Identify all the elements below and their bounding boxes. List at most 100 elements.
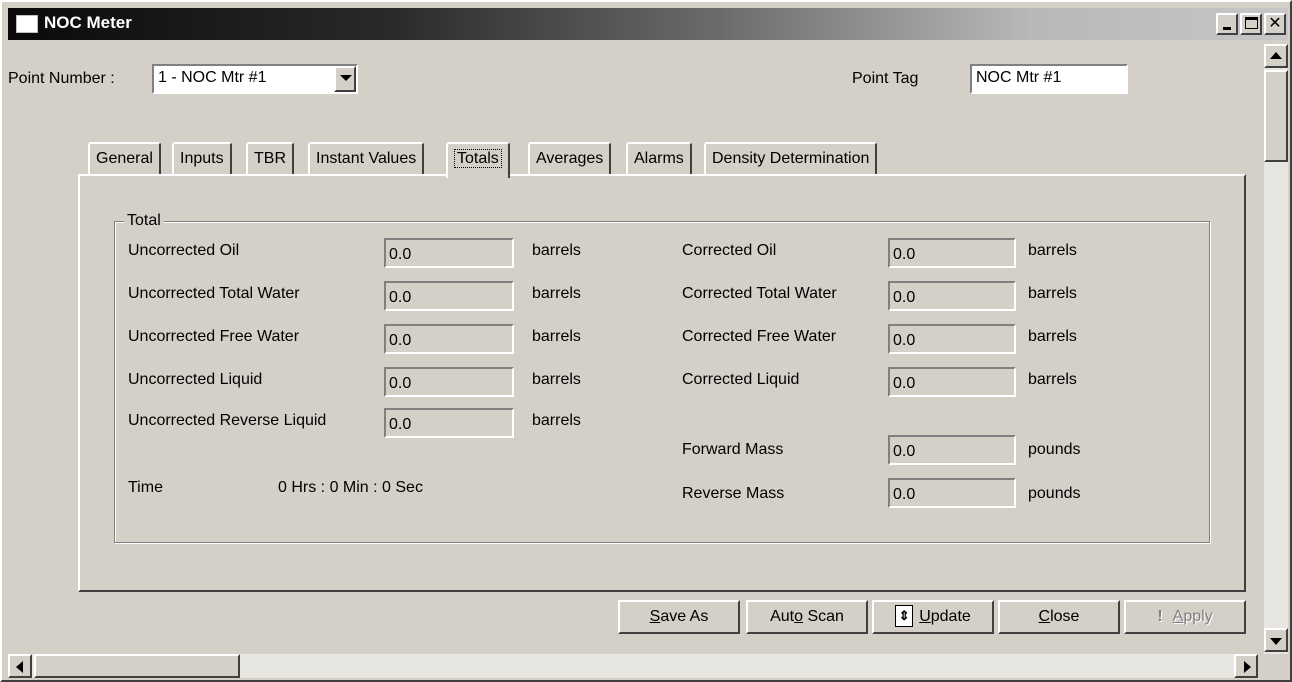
close-label: lose: [1050, 608, 1080, 625]
uncorrected-free-water-field: 0.0: [384, 324, 514, 354]
apply-label: pply: [1183, 608, 1213, 625]
tab-label: Alarms: [634, 150, 684, 167]
field-value: 0.0: [893, 375, 916, 392]
unit-label: barrels: [1028, 285, 1077, 302]
auto-scan-label-a: Aut: [770, 608, 795, 625]
close-button[interactable]: Close: [998, 600, 1120, 634]
tab-label: TBR: [254, 150, 286, 167]
tab-tbr[interactable]: TBR: [246, 142, 294, 176]
tab-general[interactable]: General: [88, 142, 161, 176]
save-as-hotkey: S: [649, 608, 661, 625]
uncorrected-oil-label: Uncorrected Oil: [128, 242, 240, 259]
horizontal-scrollbar[interactable]: [8, 654, 1258, 678]
scrollbar-corner: [1258, 654, 1288, 678]
uncorrected-reverse-liquid-field: 0.0: [384, 408, 514, 438]
tab-totals[interactable]: Totals: [446, 142, 510, 178]
field-value: 0.0: [389, 332, 412, 349]
update-button[interactable]: ⇕ Update: [872, 600, 994, 634]
arrow-up-icon: [1270, 52, 1282, 59]
time-value: 0 Hrs : 0 Min : 0 Sec: [278, 479, 423, 496]
tab-inputs[interactable]: Inputs: [172, 142, 232, 176]
maximize-button[interactable]: [1240, 13, 1262, 35]
point-tag-value: NOC Mtr #1: [976, 69, 1062, 86]
unit-label: barrels: [532, 371, 581, 388]
vertical-scroll-thumb[interactable]: [1264, 70, 1288, 162]
corrected-total-water-label: Corrected Total Water: [682, 285, 837, 302]
uncorrected-liquid-field: 0.0: [384, 367, 514, 397]
field-value: 0.0: [389, 375, 412, 392]
window-icon: [16, 15, 38, 33]
tab-alarms[interactable]: Alarms: [626, 142, 692, 176]
point-number-label: Point Number :: [8, 70, 115, 87]
point-tag-input[interactable]: NOC Mtr #1: [970, 64, 1128, 94]
corrected-free-water-field: 0.0: [888, 324, 1016, 354]
reverse-mass-field: 0.0: [888, 478, 1016, 508]
apply-button[interactable]: ! Apply: [1124, 600, 1246, 634]
chevron-down-icon: [340, 75, 352, 81]
field-value: 0.0: [389, 289, 412, 306]
horizontal-scroll-thumb[interactable]: [34, 654, 240, 678]
uncorrected-liquid-label: Uncorrected Liquid: [128, 371, 263, 388]
tab-label: Totals: [454, 149, 502, 168]
tab-label: Instant Values: [316, 150, 417, 167]
time-label: Time: [128, 479, 163, 496]
field-value: 0.0: [893, 486, 916, 503]
auto-scan-hotkey: o: [794, 608, 803, 625]
uncorrected-total-water-field: 0.0: [384, 281, 514, 311]
close-icon: ✕: [1268, 13, 1282, 32]
arrow-down-icon: [1270, 638, 1282, 645]
unit-label: pounds: [1028, 485, 1081, 502]
close-window-button[interactable]: ✕: [1264, 13, 1286, 35]
uncorrected-oil-field: 0.0: [384, 238, 514, 268]
corrected-liquid-field: 0.0: [888, 367, 1016, 397]
corrected-liquid-label: Corrected Liquid: [682, 371, 800, 388]
field-value: 0.0: [893, 332, 916, 349]
point-number-value: 1 - NOC Mtr #1: [158, 69, 267, 86]
noc-meter-window: NOC Meter ✕ Point Number : 1 - NOC Mtr #…: [0, 0, 1292, 682]
scroll-up-button[interactable]: [1264, 44, 1288, 68]
vertical-scrollbar[interactable]: [1264, 44, 1288, 654]
field-value: 0.0: [893, 289, 916, 306]
update-label: pdate: [930, 608, 971, 625]
auto-scan-label-b: Scan: [803, 608, 844, 625]
tab-label: Averages: [536, 150, 604, 167]
corrected-oil-label: Corrected Oil: [682, 242, 777, 259]
scroll-right-button[interactable]: [1234, 654, 1258, 678]
save-as-label: ave As: [660, 608, 709, 625]
unit-label: barrels: [532, 285, 581, 302]
total-group-title: Total: [124, 212, 164, 230]
point-tag-label: Point Tag: [852, 70, 919, 87]
tab-label: Density Determination: [712, 150, 870, 167]
title-bar[interactable]: NOC Meter ✕: [8, 8, 1288, 40]
point-number-select[interactable]: 1 - NOC Mtr #1: [152, 64, 358, 94]
update-hotkey: U: [919, 608, 931, 625]
scroll-down-button[interactable]: [1264, 628, 1288, 652]
corrected-total-water-field: 0.0: [888, 281, 1016, 311]
tab-averages[interactable]: Averages: [528, 142, 612, 176]
tab-density-determination[interactable]: Density Determination: [704, 142, 878, 176]
window-title: NOC Meter: [44, 13, 132, 32]
uncorrected-total-water-label: Uncorrected Total Water: [128, 285, 300, 302]
unit-label: barrels: [1028, 328, 1077, 345]
auto-scan-button[interactable]: Auto Scan: [746, 600, 868, 634]
minimize-button[interactable]: [1216, 13, 1238, 35]
save-as-button[interactable]: Save As: [618, 600, 740, 634]
tab-label: General: [96, 150, 153, 167]
update-icon: ⇕: [895, 604, 914, 627]
unit-label: barrels: [1028, 371, 1077, 388]
field-value: 0.0: [389, 416, 412, 433]
unit-label: barrels: [532, 328, 581, 345]
field-value: 0.0: [893, 443, 916, 460]
tab-instant-values[interactable]: Instant Values: [308, 142, 425, 176]
tab-label: Inputs: [180, 150, 224, 167]
field-value: 0.0: [893, 246, 916, 263]
unit-label: pounds: [1028, 441, 1081, 458]
scroll-left-button[interactable]: [8, 654, 32, 678]
maximize-icon: [1245, 17, 1258, 29]
exclamation-icon: !: [1157, 608, 1163, 625]
arrow-left-icon: [16, 661, 23, 673]
apply-hotkey: A: [1172, 608, 1184, 625]
forward-mass-field: 0.0: [888, 435, 1016, 465]
minimize-icon: [1223, 27, 1231, 30]
point-number-dropdown-button[interactable]: [334, 66, 356, 92]
